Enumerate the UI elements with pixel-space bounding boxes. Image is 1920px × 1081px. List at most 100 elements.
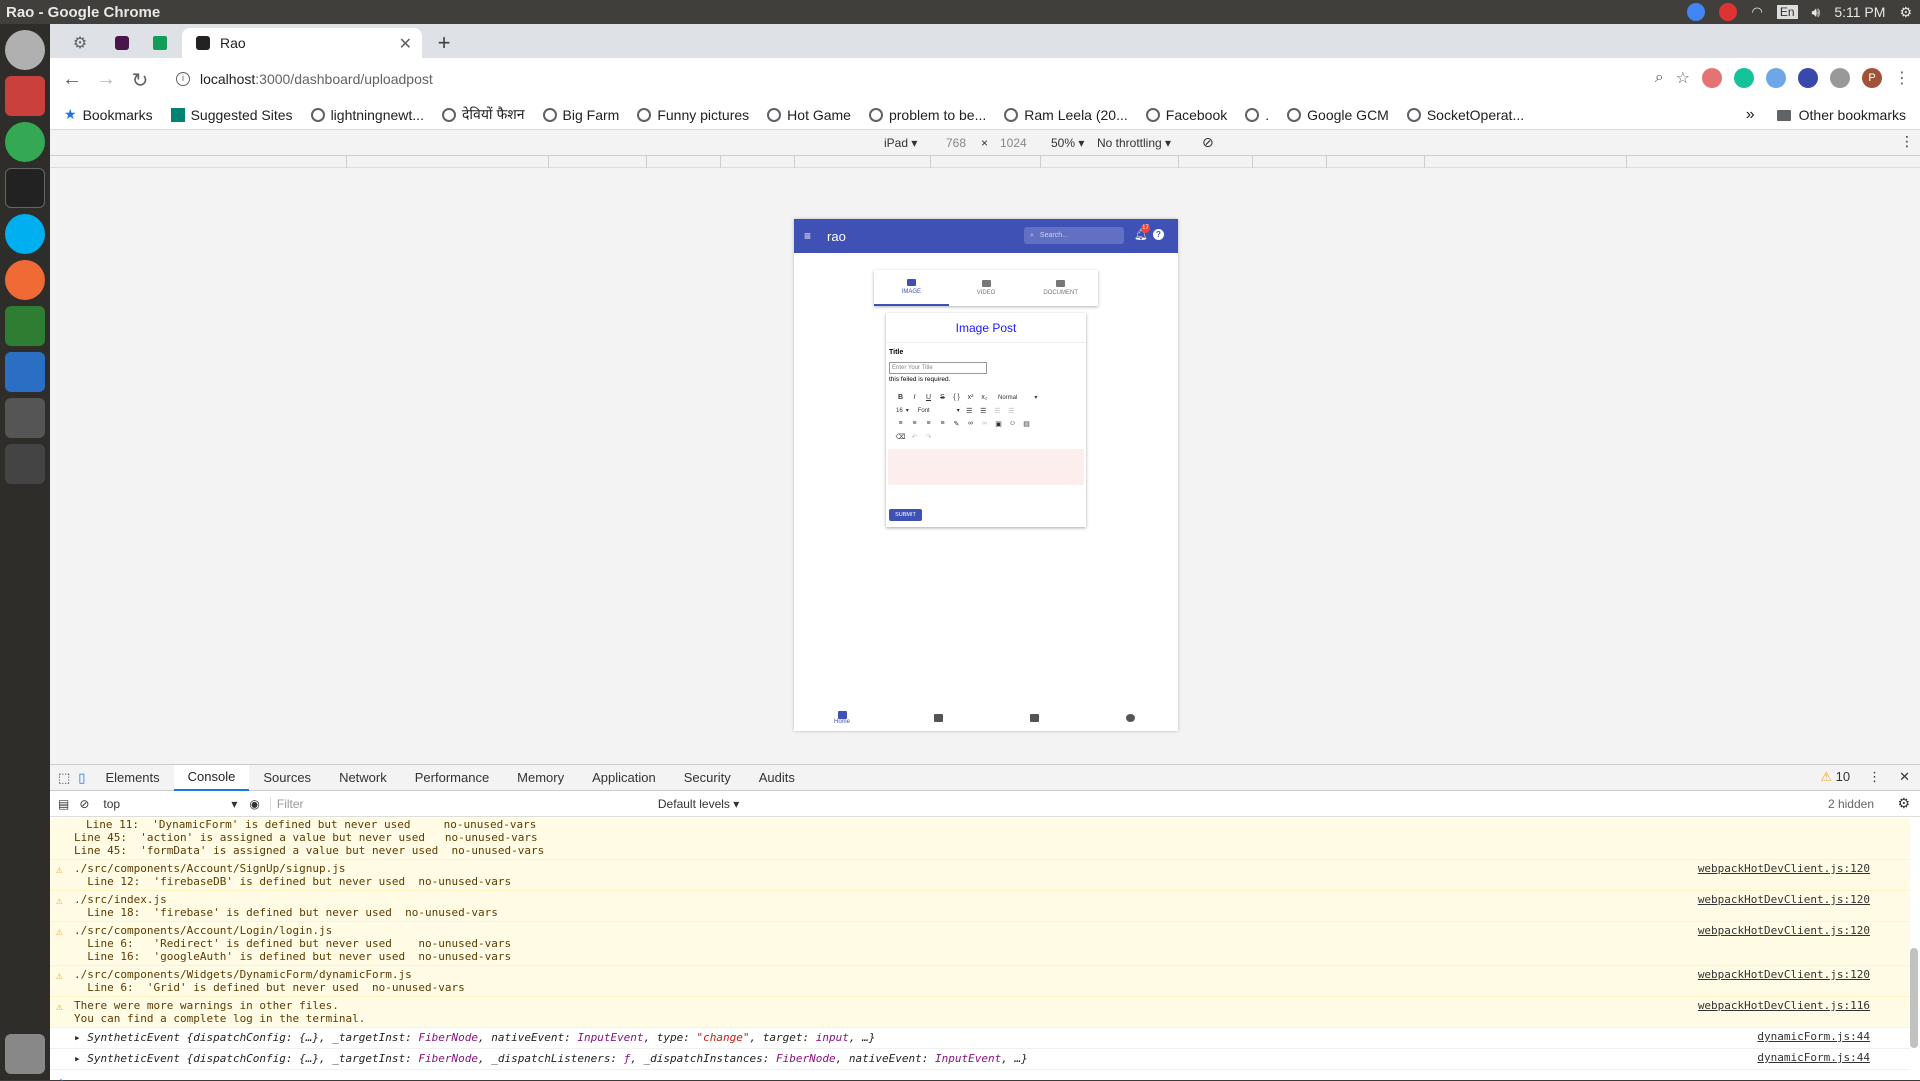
bookmark-item[interactable]: . xyxy=(1245,107,1269,123)
warning-counter[interactable]: ⚠ 10 xyxy=(1820,769,1850,785)
console-settings-icon[interactable]: ⚙ xyxy=(1897,795,1910,812)
link-icon[interactable]: ∞ xyxy=(966,419,975,428)
console-warning[interactable]: ⚠ ./src/index.js Line 18: 'firebase' is … xyxy=(50,891,1910,922)
bookmark-item[interactable]: Facebook xyxy=(1145,107,1227,123)
source-link[interactable]: webpackHotDevClient.js:120 xyxy=(1698,924,1870,937)
bookmark-item[interactable]: problem to be... xyxy=(868,107,986,123)
bookmark-item[interactable]: Big Farm xyxy=(542,107,619,123)
rotate-icon[interactable]: ⊘ xyxy=(1202,134,1214,151)
volume-icon[interactable]: 🔊︎ xyxy=(1812,4,1821,21)
close-tab-icon[interactable]: ✕ xyxy=(399,34,412,54)
forward-arrow-icon[interactable]: → xyxy=(94,68,118,91)
image-insert-icon[interactable]: ▤ xyxy=(1022,419,1031,428)
extension-blue-icon[interactable] xyxy=(1766,68,1786,88)
help-icon[interactable]: ? xyxy=(1153,229,1164,240)
source-link[interactable]: dynamicForm.js:44 xyxy=(1757,1052,1870,1064)
bookmarks-overflow[interactable]: » xyxy=(1746,106,1755,124)
close-devtools-icon[interactable]: ✕ xyxy=(1899,769,1910,785)
bookmark-bookmarks[interactable]: ★ Bookmarks xyxy=(64,106,153,123)
device-menu-icon[interactable]: ⋮ xyxy=(1900,133,1914,150)
superscript-button[interactable]: x² xyxy=(966,393,975,402)
log-levels-select[interactable]: Default levels ▾ xyxy=(658,797,739,811)
source-link[interactable]: webpackHotDevClient.js:120 xyxy=(1698,968,1870,981)
align-left-icon[interactable]: ≡ xyxy=(896,419,905,428)
unordered-list-icon[interactable]: ☰ xyxy=(965,406,974,415)
tab-image[interactable]: IMAGE xyxy=(874,270,949,306)
app-search[interactable]: ⌕ Search... xyxy=(1024,227,1124,244)
kebab-menu-icon[interactable]: ⋮ xyxy=(1894,68,1910,88)
submit-button[interactable]: SUBMIT xyxy=(889,509,922,521)
tab-document[interactable]: DOCUMENT xyxy=(1023,270,1098,306)
device-width[interactable]: 768 xyxy=(946,136,966,150)
bookmark-item[interactable]: lightningnewt... xyxy=(310,107,424,123)
device-toggle-icon[interactable]: ▯ xyxy=(78,770,85,786)
bookmark-item[interactable]: SocketOperat... xyxy=(1406,107,1524,123)
source-link[interactable]: webpackHotDevClient.js:120 xyxy=(1698,893,1870,906)
star-icon[interactable]: ☆ xyxy=(1676,68,1690,88)
unlink-icon[interactable]: ∞ xyxy=(980,419,989,428)
undo-icon[interactable]: ↶ xyxy=(910,432,919,441)
align-right-icon[interactable]: ≡ xyxy=(924,419,933,428)
extension-red-icon[interactable] xyxy=(1702,68,1722,88)
vscode-icon[interactable] xyxy=(5,352,45,392)
underline-button[interactable]: U xyxy=(924,393,933,402)
outdent-icon[interactable]: ☰ xyxy=(993,406,1002,415)
nav-images[interactable] xyxy=(986,705,1082,731)
pinned-tab-settings[interactable]: ⚙ xyxy=(64,28,96,58)
tab-memory[interactable]: Memory xyxy=(503,765,578,791)
console-warning[interactable]: ⚠ ./src/components/Widgets/DynamicForm/d… xyxy=(50,966,1910,997)
bookmark-item[interactable]: देवियों फैशन xyxy=(441,105,525,124)
font-size-select[interactable]: 16 ▾ xyxy=(896,407,909,415)
tab-rao[interactable]: Rao ✕ xyxy=(182,28,422,58)
nav-home[interactable]: Home xyxy=(794,705,890,731)
clear-console-icon[interactable]: ⊘ xyxy=(79,797,89,811)
skype-icon[interactable] xyxy=(5,214,45,254)
bookmark-item[interactable]: Hot Game xyxy=(767,107,851,123)
address-bar[interactable]: i localhost:3000/dashboard/uploadpost xyxy=(162,64,1792,94)
zoom-select[interactable]: 50% ▾ xyxy=(1051,136,1084,150)
redo-icon[interactable]: ↷ xyxy=(924,432,933,441)
trash-icon[interactable] xyxy=(5,1034,45,1074)
eraser-icon[interactable]: ⌫ xyxy=(896,432,906,441)
indent-icon[interactable]: ☰ xyxy=(1007,406,1016,415)
info-icon[interactable]: i xyxy=(176,72,190,86)
source-link[interactable]: webpackHotDevClient.js:116 xyxy=(1698,999,1870,1012)
tab-sources[interactable]: Sources xyxy=(249,765,325,791)
tab-performance[interactable]: Performance xyxy=(401,765,503,791)
sidebar-toggle-icon[interactable]: ▤ xyxy=(58,797,69,811)
extension-ja-icon[interactable] xyxy=(1798,68,1818,88)
console-log[interactable]: ▸ SyntheticEvent {dispatchConfig: {…}, _… xyxy=(50,1049,1910,1070)
files-icon[interactable] xyxy=(5,76,45,116)
tab-elements[interactable]: Elements xyxy=(91,765,173,791)
tab-network[interactable]: Network xyxy=(325,765,401,791)
wifi-icon[interactable]: ◠ xyxy=(1751,4,1762,20)
console-warning[interactable]: ⚠ There were more warnings in other file… xyxy=(50,997,1910,1028)
video-editor-icon[interactable] xyxy=(5,398,45,438)
ubuntu-dash-icon[interactable] xyxy=(5,30,45,70)
back-arrow-icon[interactable]: ← xyxy=(60,68,84,91)
tab-video[interactable]: VIDEO xyxy=(949,270,1024,306)
nav-favorites[interactable] xyxy=(1082,705,1178,731)
title-input[interactable]: Enter Your Title xyxy=(889,362,987,374)
pinned-tab-sheets[interactable] xyxy=(144,28,176,58)
console-warning[interactable]: ⚠ ./src/components/Account/SignUp/signup… xyxy=(50,860,1910,891)
console-filter-input[interactable]: Filter xyxy=(269,796,648,811)
editor-content-area[interactable] xyxy=(888,449,1084,485)
code-button[interactable]: { } xyxy=(952,393,961,402)
chrome-tray-icon[interactable] xyxy=(1687,3,1706,21)
source-link[interactable]: dynamicForm.js:44 xyxy=(1757,1031,1870,1043)
block-type-select[interactable]: Normal ▾ xyxy=(998,394,1037,402)
hamburger-menu-icon[interactable]: ≡ xyxy=(804,229,811,243)
throttle-select[interactable]: No throttling ▾ xyxy=(1097,136,1171,150)
profile-avatar[interactable]: P xyxy=(1862,68,1882,88)
color-picker-icon[interactable]: ✎ xyxy=(952,419,961,428)
other-bookmarks[interactable]: Other bookmarks xyxy=(1799,107,1906,123)
bookmark-item[interactable]: Funny pictures xyxy=(637,107,749,123)
console-log[interactable]: ▸ SyntheticEvent {dispatchConfig: {…}, _… xyxy=(50,1028,1910,1049)
align-center-icon[interactable]: ≡ xyxy=(910,419,919,428)
console-scrollbar[interactable] xyxy=(1910,818,1918,1081)
tab-audits[interactable]: Audits xyxy=(745,765,809,791)
keyboard-lang[interactable]: En xyxy=(1776,5,1798,19)
device-select[interactable]: iPad ▾ xyxy=(884,136,917,150)
bold-button[interactable]: B xyxy=(896,393,905,402)
